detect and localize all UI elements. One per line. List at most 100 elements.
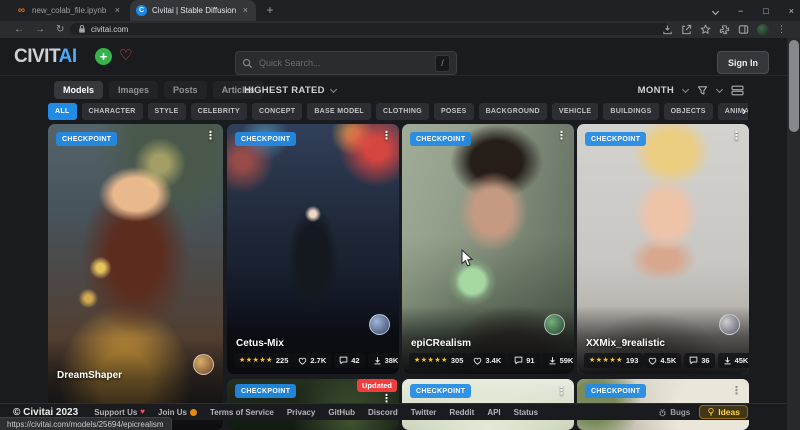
tag-vehicle[interactable]: VEHICLE — [552, 103, 598, 120]
star-rating-icon: ★★★★★ — [589, 357, 623, 364]
tag-all[interactable]: ALL — [48, 103, 77, 120]
save-page-icon[interactable] — [662, 24, 673, 35]
model-card-cetus-mix[interactable]: CHECKPOINT ⋮ Cetus-Mix ★★★★★ 225 2.7K 42 — [227, 124, 399, 374]
card-menu-icon[interactable]: ⋮ — [552, 129, 571, 144]
creator-avatar[interactable] — [193, 354, 214, 375]
browser-profile-avatar[interactable] — [757, 24, 769, 36]
downloads-pill: 59K — [543, 353, 574, 368]
tag-background[interactable]: BACKGROUND — [479, 103, 547, 120]
footer-link-api[interactable]: API — [487, 408, 500, 417]
window-minimize-button[interactable]: − — [738, 6, 743, 16]
checkpoint-badge: CHECKPOINT — [56, 132, 117, 146]
footer-link-github[interactable]: GitHub — [328, 408, 355, 417]
bookmark-star-icon[interactable] — [700, 24, 711, 35]
bugs-label: Bugs — [670, 408, 690, 417]
reload-icon[interactable]: ↻ — [56, 25, 64, 35]
downloads-count: 45K — [735, 356, 749, 365]
support-heart-icon[interactable]: ♡ — [119, 47, 132, 65]
civitai-logo[interactable]: CIVITAI — [14, 47, 77, 66]
tag-scroll-chevron[interactable]: › — [742, 104, 746, 118]
share-icon[interactable] — [681, 24, 692, 35]
rating-count: 225 — [276, 356, 289, 365]
card-menu-icon[interactable]: ⋮ — [727, 129, 746, 144]
model-card-dreamshaper[interactable]: CHECKPOINT ⋮ DreamShaper — [48, 124, 223, 430]
comment-icon — [339, 356, 348, 365]
new-tab-button[interactable]: + — [263, 3, 277, 17]
create-plus-button[interactable]: + — [95, 48, 112, 65]
downloads-pill: 45K — [718, 353, 749, 368]
footer-link-label: GitHub — [328, 408, 355, 417]
ideas-button[interactable]: Ideas — [699, 405, 748, 419]
downloads-count: 38K — [385, 356, 399, 365]
tab-close-icon[interactable]: × — [241, 5, 250, 16]
tag-clothing[interactable]: CLOTHING — [376, 103, 429, 120]
chevron-down-icon — [330, 85, 337, 92]
downloads-count: 59K — [560, 356, 574, 365]
quick-search-input[interactable]: Quick Search... / — [235, 51, 457, 75]
footer-link-label: Reddit — [449, 408, 474, 417]
status-url-text: https://civitai.com/models/25694/epicrea… — [7, 420, 164, 429]
tag-base-model[interactable]: BASE MODEL — [307, 103, 371, 120]
sort-dropdown[interactable]: HIGHEST RATED — [244, 81, 336, 99]
tab-posts[interactable]: Posts — [164, 81, 207, 99]
creator-avatar[interactable] — [369, 314, 390, 335]
tag-poses[interactable]: POSES — [434, 103, 474, 120]
card-menu-icon[interactable]: ⋮ — [727, 384, 746, 399]
tag-character[interactable]: CHARACTER — [82, 103, 143, 120]
card-menu-icon[interactable]: ⋮ — [201, 129, 220, 144]
footer-link-status[interactable]: Status — [514, 408, 538, 417]
layout-toggle-icon[interactable] — [731, 85, 744, 96]
back-icon[interactable]: ← — [14, 25, 24, 35]
copyright-text: © Civitai 2023 — [13, 407, 78, 418]
comment-icon — [514, 356, 523, 365]
footer-link-discord[interactable]: Discord — [368, 408, 398, 417]
filter-funnel-icon[interactable] — [697, 85, 708, 96]
bugs-button[interactable]: Bugs — [658, 408, 690, 417]
logo-text-accent: AI — [59, 46, 77, 67]
side-panel-icon[interactable] — [738, 24, 749, 35]
footer-link-join-us[interactable]: Join Us — [158, 408, 197, 417]
forward-icon[interactable]: → — [35, 25, 45, 35]
window-close-button[interactable]: × — [789, 6, 794, 16]
period-dropdown[interactable]: MONTH — [638, 85, 674, 96]
checkpoint-badge: CHECKPOINT — [235, 384, 296, 398]
sort-label: HIGHEST RATED — [244, 85, 325, 96]
tag-celebrity[interactable]: CELEBRITY — [191, 103, 247, 120]
tab-models[interactable]: Models — [54, 81, 103, 99]
heart-icon — [648, 357, 657, 365]
creator-avatar[interactable] — [544, 314, 565, 335]
tag-buildings[interactable]: BUILDINGS — [603, 103, 658, 120]
rating-count: 193 — [626, 356, 639, 365]
address-bar[interactable]: civitai.com — [70, 23, 670, 35]
tab-title: Civitai | Stable Diffusion models — [152, 6, 236, 15]
tag-objects[interactable]: OBJECTS — [664, 103, 713, 120]
tab-images[interactable]: Images — [109, 81, 158, 99]
category-tag-bar: ALL CHARACTER STYLE CELEBRITY CONCEPT BA… — [48, 103, 748, 121]
footer-link-privacy[interactable]: Privacy — [287, 408, 315, 417]
tag-concept[interactable]: CONCEPT — [252, 103, 302, 120]
tab-search-chevron-icon[interactable] — [713, 6, 718, 16]
chevron-down-icon — [716, 85, 723, 92]
extensions-icon[interactable] — [719, 24, 730, 35]
model-card-xxmix9realistic[interactable]: CHECKPOINT ⋮ XXMix_9realistic ★★★★★ 193 … — [577, 124, 749, 374]
card-menu-icon[interactable]: ⋮ — [377, 129, 396, 144]
footer-link-support-us[interactable]: Support Us ♥ — [94, 408, 145, 417]
window-maximize-button[interactable]: □ — [763, 6, 768, 16]
sign-in-button[interactable]: Sign In — [717, 51, 769, 74]
page-scrollbar[interactable] — [787, 38, 800, 430]
footer-link-terms[interactable]: Terms of Service — [210, 408, 274, 417]
tab-close-icon[interactable]: × — [113, 5, 122, 16]
tab-colab[interactable]: ∞ new_colab_file.ipynb - Colaborat × — [10, 0, 128, 21]
model-card-epicrealism[interactable]: CHECKPOINT ⋮ epiCRealism ★★★★★ 305 3.4K … — [402, 124, 574, 374]
footer-link-twitter[interactable]: Twitter — [411, 408, 437, 417]
creator-avatar[interactable] — [719, 314, 740, 335]
tab-civitai[interactable]: C Civitai | Stable Diffusion models × — [130, 0, 256, 21]
footer-link-label: API — [487, 408, 500, 417]
tag-style[interactable]: STYLE — [148, 103, 186, 120]
card-menu-icon[interactable]: ⋮ — [552, 384, 571, 399]
download-icon — [373, 356, 382, 365]
footer-link-label: Join Us — [158, 408, 187, 417]
browser-menu-icon[interactable]: ⋮ — [777, 24, 786, 35]
scrollbar-thumb[interactable] — [789, 40, 799, 132]
footer-link-reddit[interactable]: Reddit — [449, 408, 474, 417]
